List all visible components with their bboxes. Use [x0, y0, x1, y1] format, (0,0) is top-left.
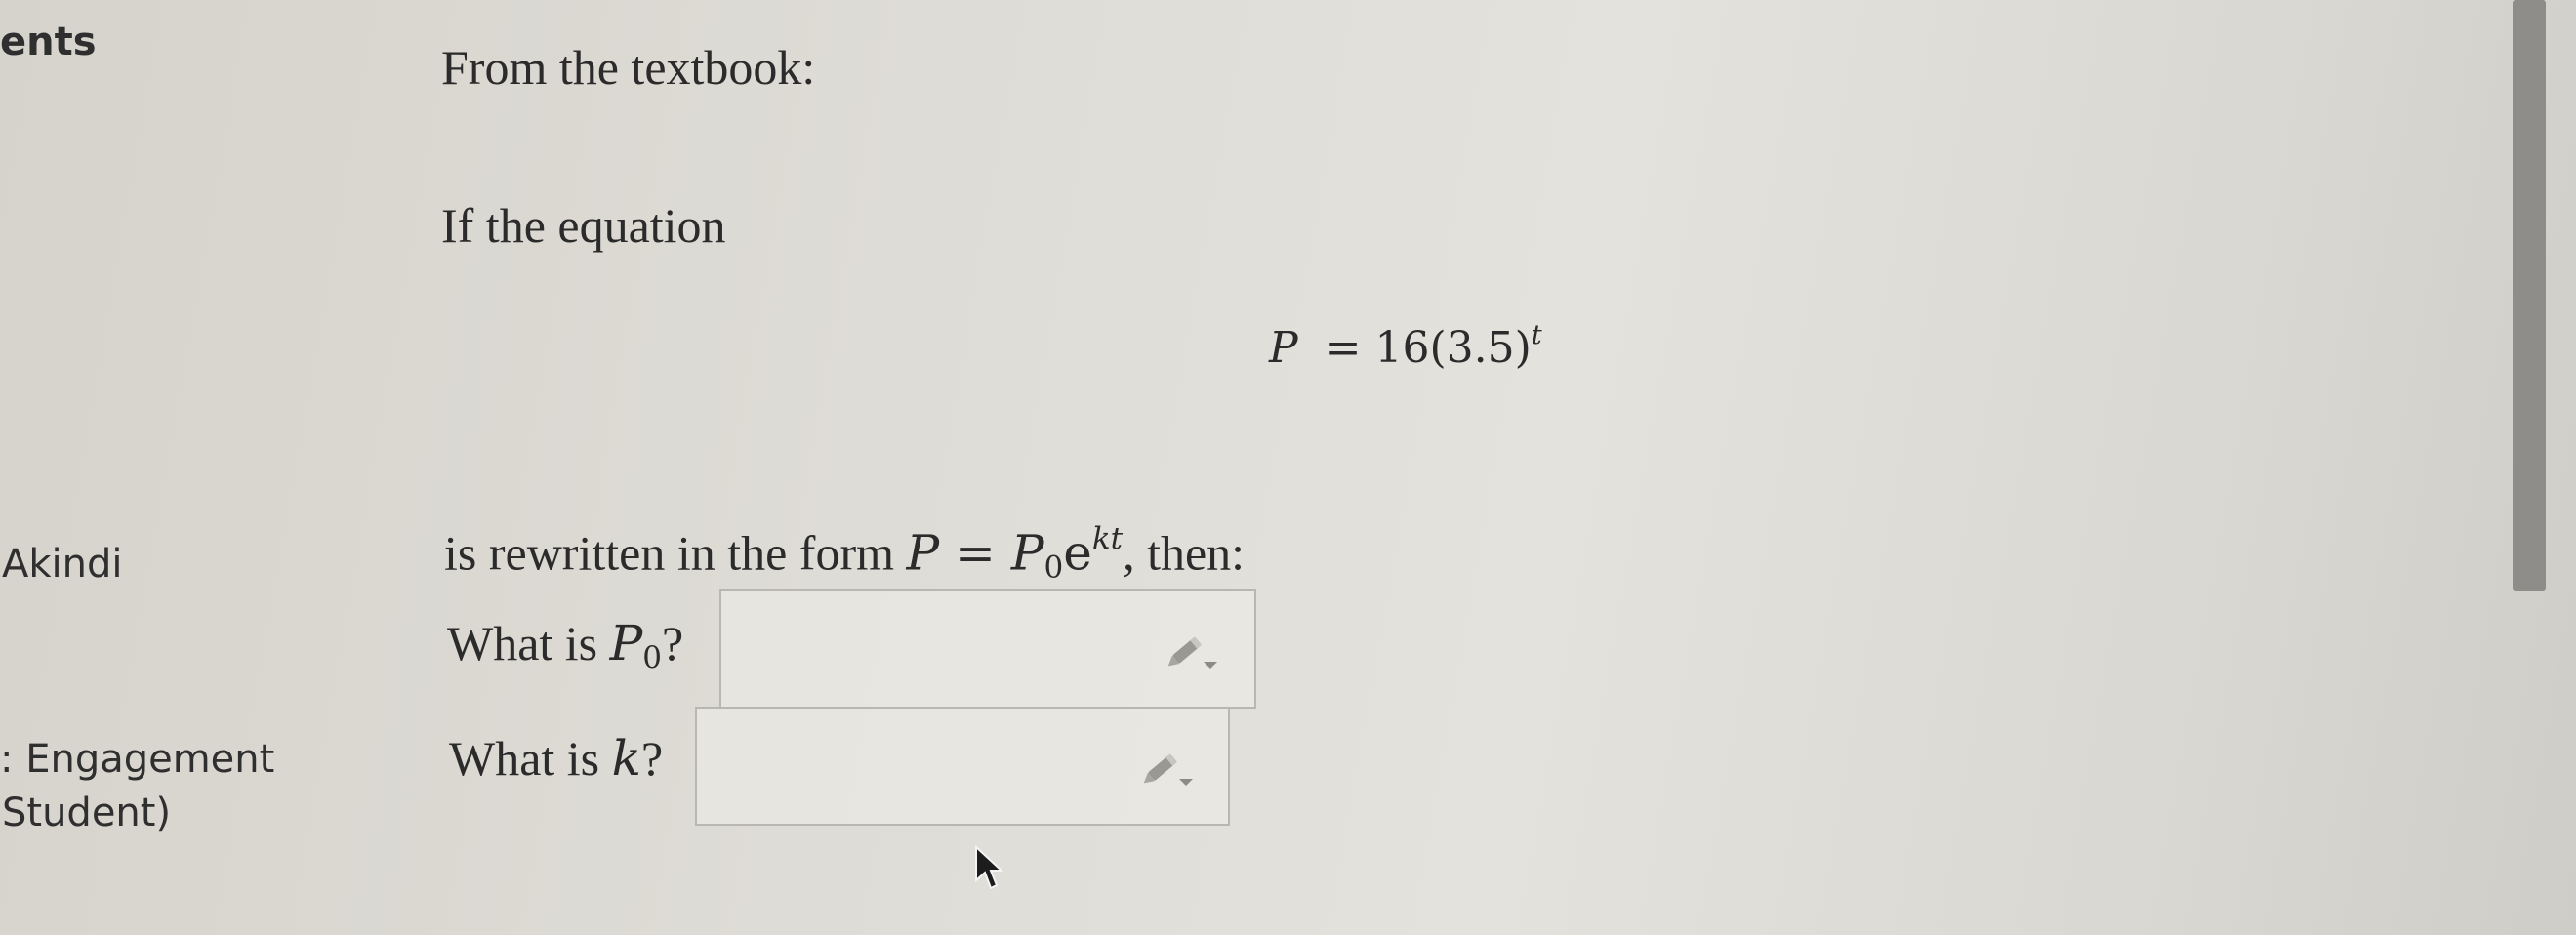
answer-input-k[interactable] — [695, 707, 1230, 826]
sidebar-student-name[interactable]: Akindi — [2, 542, 123, 587]
display-equation: P = 16(3.5)t — [1269, 320, 1542, 373]
prompt-p0-sub: 0 — [642, 639, 663, 675]
prompt-p0-prefix: What is — [447, 616, 610, 671]
prompt-p0-suffix: ? — [662, 616, 684, 671]
pencil-dropdown-icon[interactable] — [1166, 627, 1219, 675]
rewritten-exponent: kt — [1091, 521, 1124, 556]
pencil-dropdown-icon[interactable] — [1142, 744, 1195, 793]
equation-exponent: t — [1531, 320, 1542, 350]
sidebar-engagement-label[interactable]: : Engagement — [0, 737, 274, 782]
rewritten-suffix: , then: — [1123, 525, 1246, 581]
prompt-p0: What is P0? — [447, 615, 683, 675]
scrollbar-thumb[interactable] — [2513, 0, 2546, 591]
equation-lhs: P — [1269, 323, 1298, 374]
prompt-k-prefix: What is — [449, 731, 612, 786]
rewritten-prefix: is rewritten in the form — [444, 525, 907, 581]
rewritten-P0-sub: 0 — [1043, 549, 1064, 586]
rewritten-P: P — [906, 524, 940, 582]
prompt-k-var: k — [611, 730, 641, 787]
equation-coefficient: 16(3.5) — [1374, 323, 1532, 374]
prompt-p0-var: P — [609, 615, 643, 671]
sidebar-student-label[interactable]: Student) — [2, 791, 171, 835]
equation-equals: = — [1325, 323, 1362, 374]
prompt-k-suffix: ? — [640, 731, 664, 786]
rewritten-e: e — [1063, 524, 1092, 582]
if-equation-text: If the equation — [441, 198, 726, 253]
mouse-pointer-icon — [975, 845, 1003, 890]
rewritten-form-text: is rewritten in the form P = P0ekt, then… — [444, 521, 1245, 585]
rewritten-P0: P — [1010, 524, 1044, 582]
prompt-k: What is k? — [449, 730, 663, 787]
sidebar-heading: ents — [0, 20, 97, 64]
answer-input-p0[interactable] — [719, 589, 1256, 709]
rewritten-equals: = — [939, 524, 1011, 582]
intro-text: From the textbook: — [441, 40, 816, 95]
